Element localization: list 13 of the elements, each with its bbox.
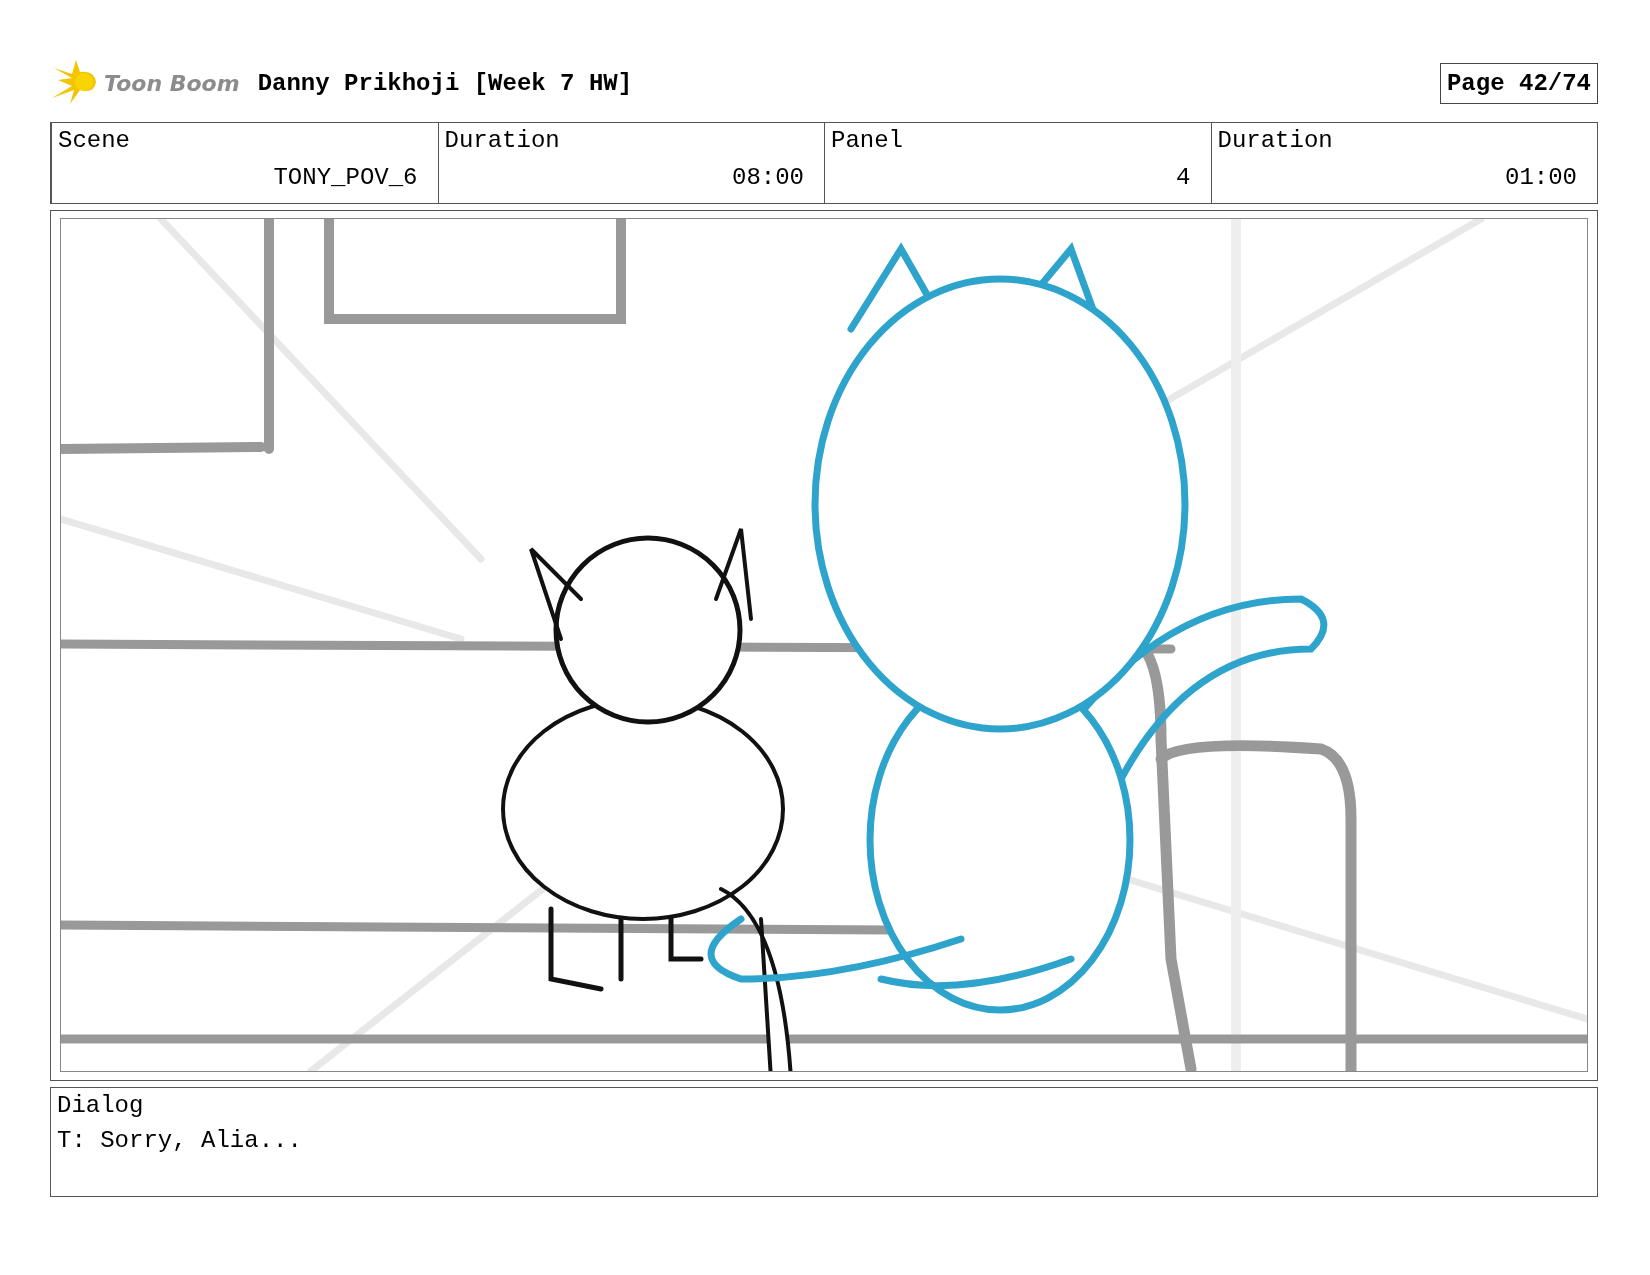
storyboard-title: Danny Prikhoji [Week 7 HW]	[257, 69, 634, 97]
dialog-text: T: Sorry, Alia...	[57, 1127, 303, 1154]
field-value: TONY_POV_6	[273, 164, 418, 191]
logo-text: Toon Boom	[104, 70, 240, 96]
field-value: 01:00	[1505, 164, 1577, 191]
field-value: 4	[1176, 164, 1191, 191]
dialog-label: Dialog	[57, 1092, 145, 1119]
page-number: Page 42/74	[1439, 62, 1598, 104]
field-label: Scene	[58, 127, 131, 154]
field-label: Duration	[1217, 127, 1334, 154]
field-label: Panel	[831, 127, 904, 154]
field-label: Duration	[444, 127, 561, 154]
field-value: 08:00	[732, 164, 804, 191]
